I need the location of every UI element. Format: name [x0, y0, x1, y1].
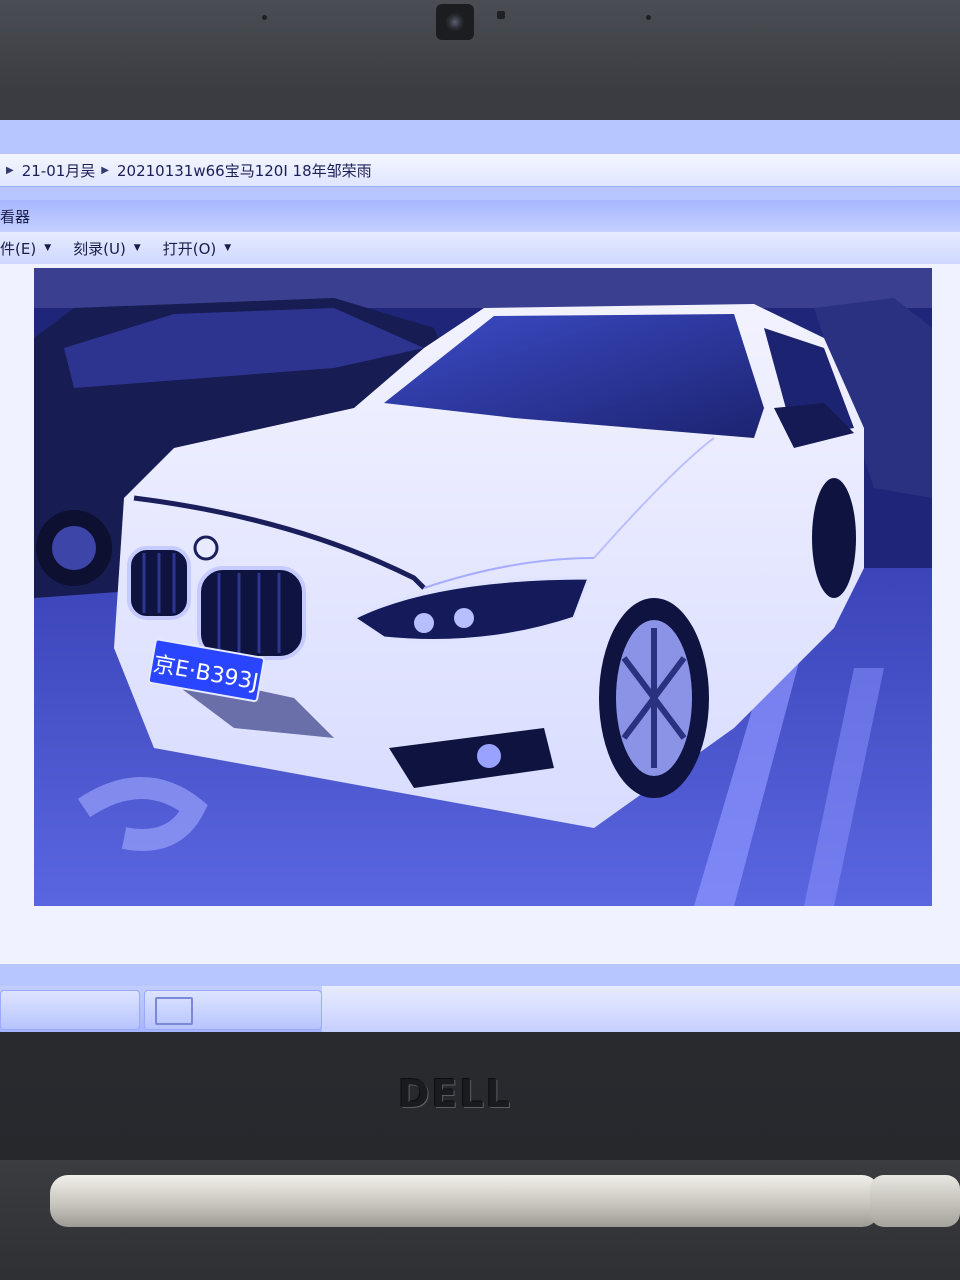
photo-viewer-icon — [155, 997, 193, 1025]
webcam-led-icon — [497, 11, 505, 19]
chevron-down-icon: ▼ — [44, 243, 52, 253]
image-viewer-pane: 京E·B393J ⚲▾ ⊡ ⏮ ⏭ ↺ ↻ ✕ — [0, 264, 960, 964]
taskbar-item-photo-viewer[interactable] — [144, 990, 322, 1030]
menu-burn[interactable]: 刻录(U) ▼ — [73, 238, 141, 259]
dell-logo: DELL — [398, 1072, 512, 1116]
taskbar-empty-area — [322, 986, 960, 1032]
microphone-icon — [646, 15, 651, 20]
breadcrumb-current[interactable]: 20210131w66宝马120I 18年邹荣雨 — [117, 160, 372, 181]
menu-bar: 件(E) ▼ 刻录(U) ▼ 打开(O) ▼ — [0, 232, 960, 264]
address-bar[interactable]: ▶ 21-01月吴 ▶ 20210131w66宝马120I 18年邹荣雨 — [0, 154, 960, 187]
menu-open-label: 打开(O) — [162, 239, 217, 258]
taskbar-item[interactable] — [0, 990, 140, 1030]
menu-burn-label: 刻录(U) — [73, 239, 126, 258]
chevron-down-icon: ▼ — [133, 243, 141, 253]
car-photo-illustration: 京E·B393J — [34, 268, 932, 906]
webcam-icon — [436, 4, 474, 40]
car-photo: 京E·B393J — [34, 268, 932, 906]
hinge-bar — [50, 1175, 880, 1227]
breadcrumb-arrow-icon: ▶ — [101, 164, 109, 176]
breadcrumb-folder[interactable]: 21-01月吴 — [22, 160, 96, 181]
taskbar — [0, 986, 960, 1032]
chevron-down-icon: ▼ — [224, 243, 232, 253]
window-title: 看器 — [0, 207, 31, 226]
menu-open[interactable]: 打开(O) ▼ — [163, 238, 231, 259]
menu-file[interactable]: 件(E) ▼ — [0, 238, 51, 259]
microphone-icon — [262, 15, 267, 20]
window-title-bar: 看器 — [0, 200, 960, 232]
screen: ▶ 21-01月吴 ▶ 20210131w66宝马120I 18年邹荣雨 看器 … — [0, 120, 960, 1032]
hinge-end — [870, 1175, 960, 1227]
menu-file-label: 件(E) — [0, 239, 37, 258]
breadcrumb-arrow-icon: ▶ — [6, 164, 14, 176]
